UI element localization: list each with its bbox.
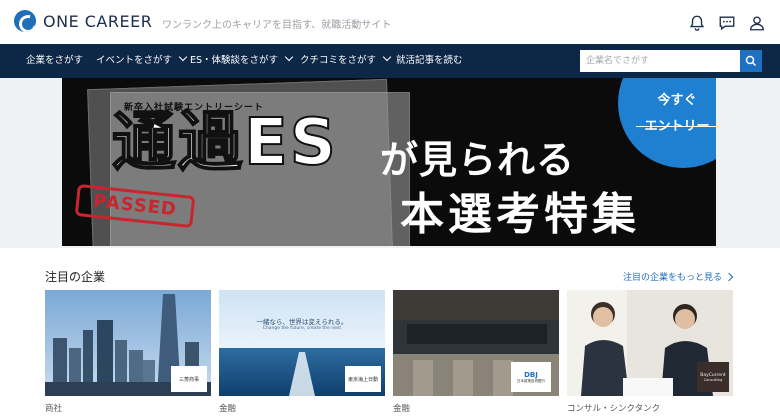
nav-item-label: 企業をさがす — [26, 55, 84, 66]
header-actions — [688, 14, 766, 32]
company-category: コンサル・シンクタンク — [567, 404, 661, 414]
search-icon — [745, 55, 757, 67]
nav-item-companies[interactable]: 企業をさがす — [26, 44, 83, 78]
chevron-right-icon — [724, 272, 734, 281]
logo-text: ONE CAREER — [43, 11, 153, 31]
image-caption: 一緒なら、世界は変えられる。 — [256, 318, 348, 326]
company-logo-sub: 日本政策投資銀行 — [517, 378, 545, 383]
cta-divider — [636, 126, 716, 127]
search-button[interactable] — [740, 50, 762, 72]
company-card[interactable]: BayCurrent Consulting コンサル・シンクタンク — [567, 290, 733, 419]
company-logo-text: 東京海上日動 — [347, 376, 378, 383]
company-category: 金融 — [393, 404, 411, 414]
see-more-label: 注目の企業をもっと見る — [622, 273, 722, 283]
logo-mark-icon — [14, 10, 36, 32]
company-logo: BayCurrent Consulting — [697, 362, 729, 392]
hero-banner[interactable]: 新卒入社試験エントリーシート PASSED 通過ES が見られる 本選考特集 今… — [62, 78, 716, 246]
company-image: 三菱商事 — [45, 290, 211, 396]
company-category: 金融 — [219, 404, 237, 414]
nav-item-label: ES・体験談をさがす — [190, 55, 279, 66]
banner-feature-title: 本選考特集 — [400, 189, 640, 240]
banner-subheadline: が見られる — [380, 138, 576, 182]
chat-icon[interactable] — [718, 14, 736, 32]
main-nav: 企業をさがす イベントをさがす ES・体験談をさがす クチコミをさがす 就活記事… — [0, 44, 780, 78]
nav-item-events[interactable]: イベントをさがす — [96, 44, 188, 78]
chevron-down-icon — [284, 52, 294, 62]
company-card[interactable]: 一緒なら、世界は変えられる。 Change the future, create… — [219, 290, 385, 419]
search-box — [580, 50, 762, 72]
search-input[interactable] — [580, 50, 740, 72]
chevron-down-icon — [382, 52, 392, 62]
nav-item-label: 就活記事を読む — [396, 55, 463, 66]
section-title: 注目の企業 — [45, 270, 106, 284]
nav-item-reviews[interactable]: クチコミをさがす — [300, 44, 392, 78]
company-category: 商社 — [45, 404, 63, 414]
chevron-down-icon — [178, 52, 188, 62]
user-icon[interactable] — [748, 14, 766, 32]
company-image: 一緒なら、世界は変えられる。 Change the future, create… — [219, 290, 385, 396]
company-logo-text: DBJ — [524, 370, 538, 379]
nav-item-es-reports[interactable]: ES・体験談をさがす — [190, 44, 294, 78]
company-card[interactable]: DBJ 日本政策投資銀行 金融 — [393, 290, 559, 419]
company-logo: 三菱商事 — [171, 366, 207, 392]
banner-area: 新卒入社試験エントリーシート PASSED 通過ES が見られる 本選考特集 今… — [0, 78, 780, 248]
company-logo: 東京海上日動 — [345, 366, 381, 392]
image-caption-sub: Change the future, create the next — [262, 326, 342, 331]
company-logo: DBJ 日本政策投資銀行 — [511, 362, 551, 392]
company-logo-text: 三菱商事 — [178, 376, 199, 383]
site-tagline: ワンランク上のキャリアを目指す、就職活動サイト — [162, 20, 392, 31]
banner-headline: 通過ES — [111, 106, 338, 180]
entry-cta-text[interactable]: 今すぐ エントリー — [637, 92, 716, 136]
nav-item-label: イベントをさがす — [96, 55, 173, 66]
site-logo[interactable]: ONE CAREER — [14, 10, 152, 32]
cta-line-2: エントリー — [644, 119, 710, 134]
nav-item-articles[interactable]: 就活記事を読む — [396, 44, 463, 78]
company-image: BayCurrent Consulting — [567, 290, 733, 396]
company-logo-sub: Consulting — [703, 377, 723, 382]
company-card[interactable]: 三菱商事 商社 — [45, 290, 211, 419]
bell-icon[interactable] — [688, 14, 706, 32]
nav-item-label: クチコミをさがす — [300, 55, 377, 66]
site-header: ONE CAREER ワンランク上のキャリアを目指す、就職活動サイト — [0, 0, 780, 44]
see-more-link[interactable]: 注目の企業をもっと見る — [622, 270, 734, 283]
company-image: DBJ 日本政策投資銀行 — [393, 290, 559, 396]
cta-line-1: 今すぐ — [657, 93, 697, 108]
featured-companies: 三菱商事 商社 一緒なら、世界は変えられる。 Change the future… — [45, 290, 737, 419]
